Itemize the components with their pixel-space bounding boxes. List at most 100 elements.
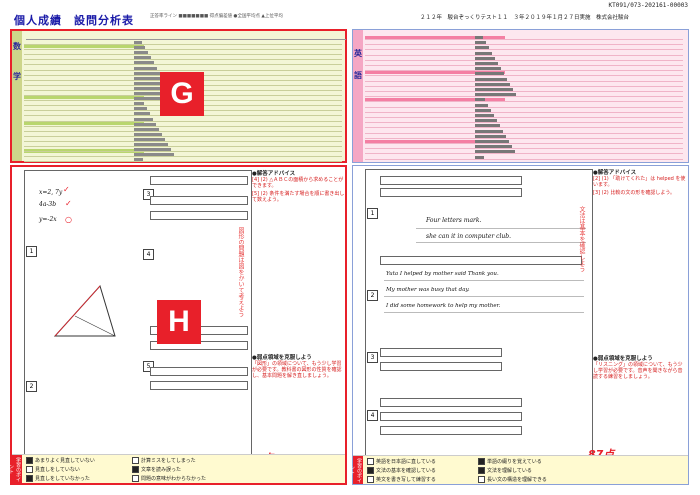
question-number: 2 [367, 290, 378, 301]
subject-label: 学 [13, 72, 21, 81]
checkbox [367, 467, 374, 474]
h-marker: H [157, 300, 201, 344]
rate-bar [134, 148, 171, 152]
g-marker: G [160, 72, 204, 116]
table-row [365, 155, 683, 160]
checkbox [132, 475, 139, 482]
english-answer-area: 1 2 3 4 Four letters mark. she can it in… [365, 169, 593, 471]
question-number: 1 [367, 208, 378, 219]
checklist-item: 文章を読み誤った [132, 466, 181, 473]
mark-row [380, 398, 522, 407]
checkbox [478, 476, 485, 483]
rate-bar [475, 155, 484, 159]
checkbox [132, 457, 139, 464]
rate-bar [134, 66, 157, 70]
handwritten-answer: she can it in computer club. [426, 233, 512, 240]
answer-line [384, 296, 584, 297]
rate-bar [475, 150, 515, 154]
triangle-figure [53, 285, 116, 337]
rate-bar [475, 98, 485, 102]
handwritten-answer: x=2, 7y [39, 189, 63, 196]
rate-bar [134, 127, 159, 131]
rate-bar [475, 72, 504, 76]
side-note: 図形の問題は図をかいて考えよう [237, 227, 244, 317]
checklist-item: 文法を理解している [478, 467, 532, 474]
handwritten-answer: My mother was busy that day. [386, 287, 470, 293]
rate-bar [134, 56, 151, 60]
check-mark: ✓ [63, 185, 70, 194]
answer-advice: ●解答アドバイス [4] (2) △ＡＢＣの面積から求めることができます。 [5… [252, 171, 346, 203]
mark-row [380, 176, 522, 185]
checklist-item: 見直しをしていない [26, 466, 80, 473]
mark-row [380, 426, 522, 435]
check-mark: ○ [65, 215, 72, 224]
rate-bar [475, 145, 512, 149]
document-id: KT091/073-202161-00003 [608, 2, 688, 9]
rate-bar [475, 56, 495, 60]
checklist-item: 計算ミスをしてしまった [132, 457, 196, 464]
rate-bar [134, 158, 143, 162]
rate-bar [134, 107, 147, 111]
rate-bar [475, 36, 483, 39]
subject-label: 語 [354, 71, 362, 80]
math-answer-area: 1 2 3 4 5 x=2, 7y 4a-3b y=-2x ✓ ✓ ○ [24, 170, 252, 472]
mark-row [380, 348, 502, 357]
rate-bar [475, 41, 486, 45]
rate-bar [475, 119, 497, 123]
rate-bar [475, 77, 507, 81]
study-points: 学習のポイント 英語を日本語に直している 文法の基本を確認している 英文を書き写… [349, 455, 688, 484]
rate-bar [475, 129, 503, 133]
rate-bar [475, 114, 494, 117]
rate-bar [134, 137, 165, 141]
rate-bar [475, 140, 509, 143]
checklist-item: あまりよく見直していない [26, 457, 95, 464]
page-title: 個人成績 設問分析表 [14, 14, 134, 27]
mark-row [380, 188, 522, 197]
checklist-item: 問題の意味がわからなかった [132, 475, 206, 482]
advice-text: 「図形」の領域について、もう少し学習が必要です。教科書の図形の性質を確認し、基本… [252, 361, 342, 379]
handwritten-answer: y=-2x [39, 216, 57, 223]
question-number: 3 [367, 352, 378, 363]
report-page: KT091/073-202161-00003 個人成績 設問分析表 正答率ライン… [0, 0, 700, 495]
rate-bar [134, 143, 168, 146]
mark-row [150, 211, 248, 220]
rate-bar [134, 117, 153, 121]
study-points: 学習のポイント あまりよく見直していない 見直しをしていない 見直しをしていなか… [8, 454, 345, 483]
english-analysis-table: 英 語 [352, 29, 689, 163]
rate-bar [134, 112, 150, 116]
rate-bar [134, 102, 144, 106]
rate-bar [475, 46, 489, 50]
mark-row [380, 256, 582, 265]
rate-bar [134, 61, 154, 65]
legend-text: 正答率ライン ■■■■■■■ 得点偏差値 ●全国平均点 ▲上位平均 [150, 14, 283, 19]
rate-bar [475, 67, 501, 71]
answer-line [384, 280, 584, 281]
mark-row [150, 381, 248, 390]
mark-row [150, 196, 248, 205]
advice-text: [4] (2) △ＡＢＣの面積から求めることができます。 [252, 177, 344, 189]
rate-bar [134, 71, 160, 75]
checkbox [367, 476, 374, 483]
subject-label: 英 [354, 49, 362, 58]
weak-area-advice: ●弱点領域を克服しよう 「リスニング」の領域について、もう少し学習が必要です。音… [593, 356, 687, 380]
checklist-item: 英文を書き写して練習する [367, 476, 436, 483]
answer-advice: ●解答アドバイス [2] (1) 「助けてくれた」は helped を使います。… [593, 170, 687, 196]
checkbox [132, 466, 139, 473]
rate-bar [134, 76, 163, 80]
rate-bar [134, 122, 156, 126]
checkbox [26, 475, 33, 482]
rate-bar [134, 153, 174, 157]
english-tab: 英 語 [353, 30, 363, 162]
answer-line [416, 242, 586, 243]
rate-bar [475, 88, 513, 91]
question-number: 2 [26, 381, 37, 392]
study-points-tag: 学習のポイント [349, 456, 363, 484]
mark-row [380, 362, 502, 371]
answer-line [416, 228, 586, 229]
advice-text: [5] (2) 条件を満たす場合を順に書き出して数えよう。 [252, 191, 345, 203]
checklist-item: 文法の基本を確認している [367, 467, 436, 474]
checkbox [478, 458, 485, 465]
rate-bar [134, 51, 148, 55]
rate-bar [475, 124, 500, 128]
checklist-item: 見直しをしていなかった [26, 475, 90, 482]
